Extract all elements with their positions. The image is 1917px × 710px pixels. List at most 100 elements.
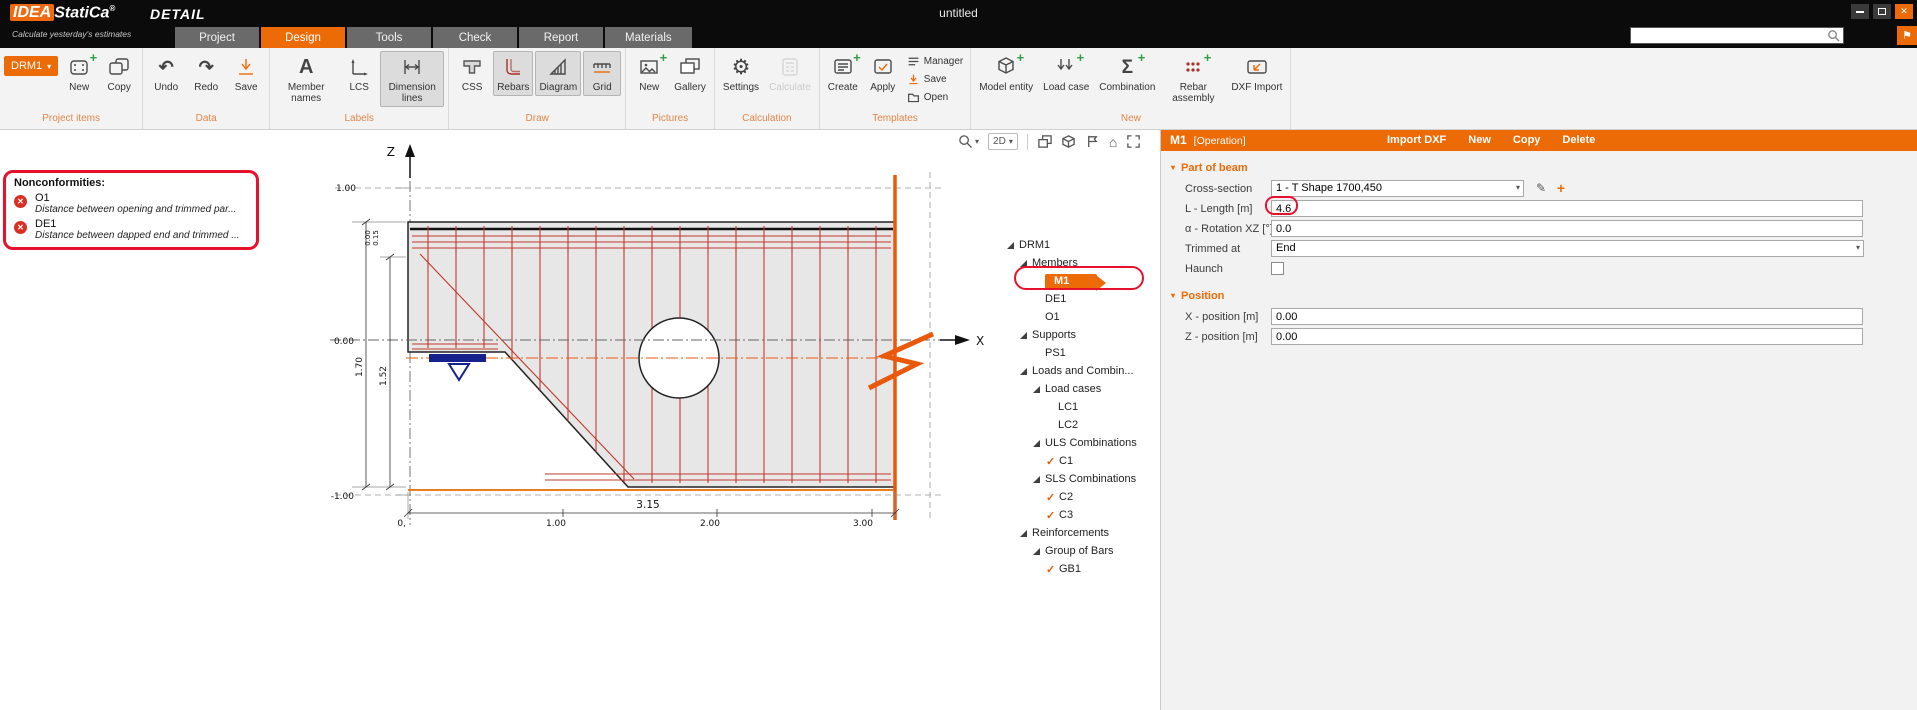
new-picture-icon [636, 54, 662, 80]
apply-template-icon [870, 54, 896, 80]
cross-section-select[interactable]: 1 - T Shape 1700,450 [1271, 180, 1524, 197]
tree-item-c2[interactable]: C2 [1003, 488, 1158, 506]
expander-icon[interactable] [1020, 530, 1027, 537]
tree-item-load-cases[interactable]: Load cases [1003, 380, 1158, 398]
labels-view-button[interactable] [1085, 134, 1100, 149]
tree-item-gb1[interactable]: GB1 [1003, 560, 1158, 578]
dxf-import-icon [1244, 54, 1270, 80]
create-template-button[interactable]: Create [824, 51, 862, 96]
minimize-button[interactable] [1851, 4, 1869, 19]
tree-item-drm1[interactable]: DRM1 [1003, 236, 1158, 254]
section-position[interactable]: Position [1171, 290, 1224, 302]
template-save-button[interactable]: Save [904, 71, 966, 87]
z-arrowhead-icon [405, 144, 415, 157]
x-position-input[interactable] [1271, 308, 1863, 325]
delete-operation-button[interactable]: Delete [1562, 134, 1595, 146]
grid-button[interactable]: Grid [583, 51, 621, 96]
tree-item-supports[interactable]: Supports [1003, 326, 1158, 344]
tree-item-lc2[interactable]: LC2 [1003, 416, 1158, 434]
new-operation-button[interactable]: New [1468, 134, 1491, 146]
tree-item-m1[interactable]: M1 [1003, 272, 1158, 290]
home-view-button[interactable] [1109, 134, 1117, 150]
member-names-button[interactable]: A Member names [274, 51, 338, 107]
gallery-button[interactable]: Gallery [670, 51, 710, 96]
new-item-icon [66, 54, 92, 80]
haunch-checkbox[interactable] [1271, 262, 1284, 275]
tree-item-uls-combinations[interactable]: ULS Combinations [1003, 434, 1158, 452]
maximize-button[interactable] [1873, 4, 1891, 19]
close-button[interactable] [1895, 4, 1913, 19]
tree-item-group-of-bars[interactable]: Group of Bars [1003, 542, 1158, 560]
nonconformity-code: O1 [35, 192, 236, 204]
expander-icon[interactable] [1007, 242, 1014, 249]
combination-button[interactable]: Σ Combination [1095, 51, 1159, 96]
lcs-button[interactable]: LCS [340, 51, 378, 96]
z-tick-label: 0.00 [334, 337, 354, 347]
expander-icon[interactable] [1033, 476, 1040, 483]
tree-item-o1[interactable]: O1 [1003, 308, 1158, 326]
feedback-button[interactable] [1897, 26, 1917, 45]
undo-button[interactable]: ↶ Undo [147, 51, 185, 96]
new-project-item-button[interactable]: New [60, 51, 98, 96]
tab-materials[interactable]: Materials [605, 27, 692, 48]
support-plate[interactable] [429, 354, 486, 362]
tree-item-c1[interactable]: C1 [1003, 452, 1158, 470]
section-part-of-beam[interactable]: Part of beam [1171, 162, 1248, 174]
tree-item-c3[interactable]: C3 [1003, 506, 1158, 524]
tab-tools[interactable]: Tools [347, 27, 431, 48]
z-position-input[interactable] [1271, 328, 1863, 345]
new-picture-button[interactable]: New [630, 51, 668, 96]
rebar-assembly-button[interactable]: Rebar assembly [1161, 51, 1225, 107]
import-dxf-button[interactable]: Import DXF [1387, 134, 1446, 146]
viewports-button[interactable] [1037, 134, 1052, 149]
template-open-button[interactable]: Open [904, 89, 966, 105]
calculate-button[interactable]: Calculate [765, 51, 815, 96]
scale-label: 3.00 [853, 519, 873, 529]
expander-icon[interactable] [1020, 260, 1027, 267]
length-input[interactable] [1271, 200, 1863, 217]
css-button[interactable]: CSS [453, 51, 491, 96]
tree-item-reinforcements[interactable]: Reinforcements [1003, 524, 1158, 542]
nonconformity-item[interactable]: DE1 Distance between dapped end and trim… [14, 218, 248, 241]
dimension-lines-button[interactable]: Dimension lines [380, 51, 444, 107]
add-cross-section-button[interactable] [1553, 180, 1569, 196]
trimmed-at-select[interactable]: End [1271, 240, 1864, 257]
expander-icon[interactable] [1020, 368, 1027, 375]
tree-item-sls-combinations[interactable]: SLS Combinations [1003, 470, 1158, 488]
model-entity-button[interactable]: Model entity [975, 51, 1037, 96]
tree-item-loads-and-combinations[interactable]: Loads and Combin... [1003, 362, 1158, 380]
search-input[interactable] [1631, 29, 1827, 42]
rotation-input[interactable] [1271, 220, 1863, 237]
fullscreen-button[interactable] [1126, 134, 1141, 149]
edit-cross-section-button[interactable] [1533, 180, 1549, 196]
dxf-import-button[interactable]: DXF Import [1227, 51, 1286, 96]
save-button[interactable]: Save [227, 51, 265, 96]
rebars-button[interactable]: Rebars [493, 51, 533, 96]
minimize-icon [1856, 11, 1864, 13]
redo-button[interactable]: ↷ Redo [187, 51, 225, 96]
logo-idea: IDEA [10, 4, 54, 21]
tab-project[interactable]: Project [175, 27, 259, 48]
expander-icon[interactable] [1033, 386, 1040, 393]
apply-template-button[interactable]: Apply [864, 51, 902, 96]
copy-operation-button[interactable]: Copy [1513, 134, 1541, 146]
tab-check[interactable]: Check [433, 27, 517, 48]
tab-report[interactable]: Report [519, 27, 603, 48]
template-manager-button[interactable]: Manager [904, 53, 966, 69]
tree-item-lc1[interactable]: LC1 [1003, 398, 1158, 416]
tab-design[interactable]: Design [261, 27, 345, 48]
expander-icon[interactable] [1033, 440, 1040, 447]
solid-view-button[interactable] [1061, 134, 1076, 149]
tree-item-ps1[interactable]: PS1 [1003, 344, 1158, 362]
nonconformity-item[interactable]: O1 Distance between opening and trimmed … [14, 192, 248, 215]
tree-item-members[interactable]: Members [1003, 254, 1158, 272]
check-icon [1046, 563, 1059, 576]
settings-button[interactable]: ⚙ Settings [719, 51, 763, 96]
copy-project-item-button[interactable]: Copy [100, 51, 138, 96]
tree-item-de1[interactable]: DE1 [1003, 290, 1158, 308]
load-case-button[interactable]: Load case [1039, 51, 1093, 96]
expander-icon[interactable] [1020, 332, 1027, 339]
expander-icon[interactable] [1033, 548, 1040, 555]
project-item-selector[interactable]: DRM1 [4, 56, 58, 76]
diagram-button[interactable]: Diagram [535, 51, 581, 96]
